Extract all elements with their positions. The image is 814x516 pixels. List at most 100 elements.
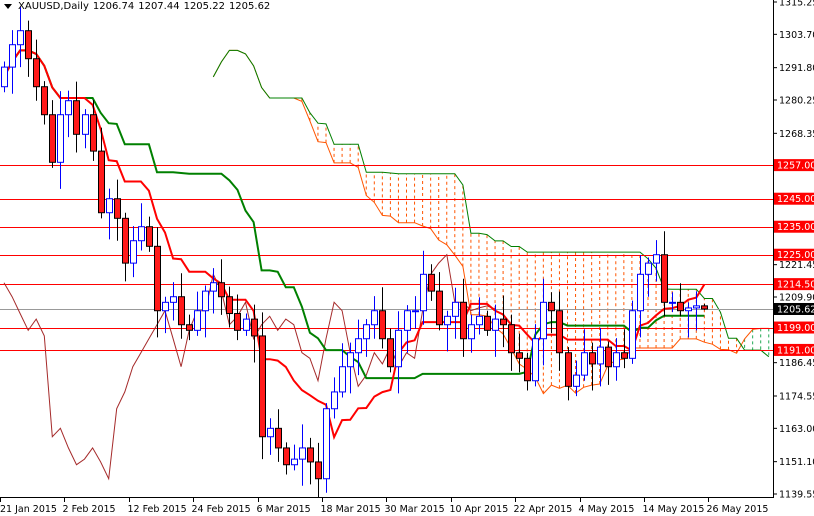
candle <box>420 250 427 325</box>
dropdown-triangle-icon[interactable] <box>4 4 12 9</box>
candle-body <box>146 226 153 247</box>
candle-body <box>202 290 209 312</box>
candle <box>210 268 217 314</box>
candle-body <box>621 352 628 359</box>
candle-body <box>122 217 129 264</box>
candle <box>9 30 16 94</box>
candle-body <box>154 245 161 312</box>
candle <box>33 39 40 101</box>
candle <box>73 81 80 153</box>
candle-body <box>234 313 241 331</box>
candle <box>251 304 258 363</box>
candle-body <box>82 114 89 135</box>
level-label: 1245.00 <box>777 194 814 205</box>
candle <box>275 409 282 462</box>
candle-body <box>98 150 105 214</box>
candle <box>468 314 475 353</box>
price-tick-label: 1268.35 <box>779 129 814 140</box>
candle-body <box>565 352 572 387</box>
candle-body <box>275 427 282 449</box>
ohlc-close: 1205.62 <box>228 1 271 12</box>
candle-body <box>49 114 56 163</box>
candle-body <box>251 318 258 337</box>
candle-body <box>573 374 580 387</box>
candle <box>605 341 612 385</box>
candle-body <box>186 324 193 331</box>
candle-body <box>379 310 386 340</box>
level-label: 1214.50 <box>777 280 814 291</box>
candle-body <box>500 318 507 326</box>
candle <box>162 296 169 334</box>
time-tick-label: 21 Jan 2015 <box>0 504 57 515</box>
candle <box>106 188 113 240</box>
candle <box>387 328 394 373</box>
price-tick-label: 1186.45 <box>779 358 814 369</box>
candle-body <box>170 296 177 303</box>
candle <box>460 278 467 357</box>
level-label: 1235.00 <box>777 222 814 233</box>
price-tick-label: 1291.80 <box>779 63 814 74</box>
candle-body <box>218 282 225 298</box>
level-label: 1257.00 <box>777 161 814 172</box>
candle-body <box>395 329 402 368</box>
candle-body <box>677 301 684 312</box>
candle-body <box>331 391 338 410</box>
candle <box>25 20 32 77</box>
price-tick-label: 1163.00 <box>779 424 814 435</box>
price-chart[interactable]: 1315.25 1303.70 1291.80 1280.25 1268.35 1221.… <box>0 0 814 516</box>
candle <box>323 403 330 493</box>
candle <box>170 282 177 321</box>
candle-body <box>299 447 306 460</box>
candle <box>412 296 419 329</box>
candle-body <box>605 346 612 368</box>
time-tick-label: 6 Mar 2015 <box>257 504 311 515</box>
chart-header: XAUUSD,Daily 1206.74 1207.44 1205.22 120… <box>4 1 270 12</box>
symbol-label: XAUUSD,Daily <box>18 1 89 12</box>
candle <box>331 377 338 419</box>
candle <box>701 303 708 311</box>
senkou-span-a-line <box>212 49 769 395</box>
candle-body <box>460 301 467 340</box>
candle <box>548 292 555 334</box>
time-tick-label: 2 Feb 2015 <box>63 504 116 515</box>
candle-body <box>404 310 411 331</box>
candle <box>1 61 8 93</box>
candle-body <box>540 301 547 340</box>
candle <box>90 100 97 161</box>
candle <box>444 310 451 352</box>
candle-body <box>387 338 394 368</box>
candle-body <box>243 318 250 331</box>
candle <box>82 109 89 149</box>
level-label: 1199.00 <box>777 323 814 334</box>
candle-body <box>468 324 475 340</box>
candle <box>307 437 314 485</box>
level-label: 1191.00 <box>777 345 814 356</box>
candle-body <box>637 273 644 312</box>
current-price-label: 1205.62 <box>777 304 814 315</box>
candle-body <box>581 352 588 376</box>
candle-body <box>130 240 137 264</box>
candle-body <box>291 458 298 466</box>
candle <box>540 278 547 366</box>
candle-body <box>73 100 80 135</box>
candle <box>234 294 241 341</box>
candle <box>363 319 370 357</box>
candle <box>57 91 64 189</box>
candle <box>661 231 668 317</box>
candle-body <box>65 100 72 116</box>
candle <box>138 203 145 251</box>
candle <box>49 100 56 168</box>
candle <box>395 311 402 394</box>
level-label: 1225.00 <box>777 250 814 261</box>
candle-body <box>645 262 652 275</box>
candle <box>581 329 588 381</box>
candle <box>404 305 411 353</box>
tenkan-sen-line <box>3 49 706 441</box>
candle <box>532 324 539 387</box>
candle <box>259 312 266 460</box>
candle-body <box>17 30 24 46</box>
candle <box>315 442 322 497</box>
candle-body <box>484 315 491 331</box>
time-tick-label: 22 Apr 2015 <box>514 504 573 515</box>
candle <box>556 291 563 371</box>
